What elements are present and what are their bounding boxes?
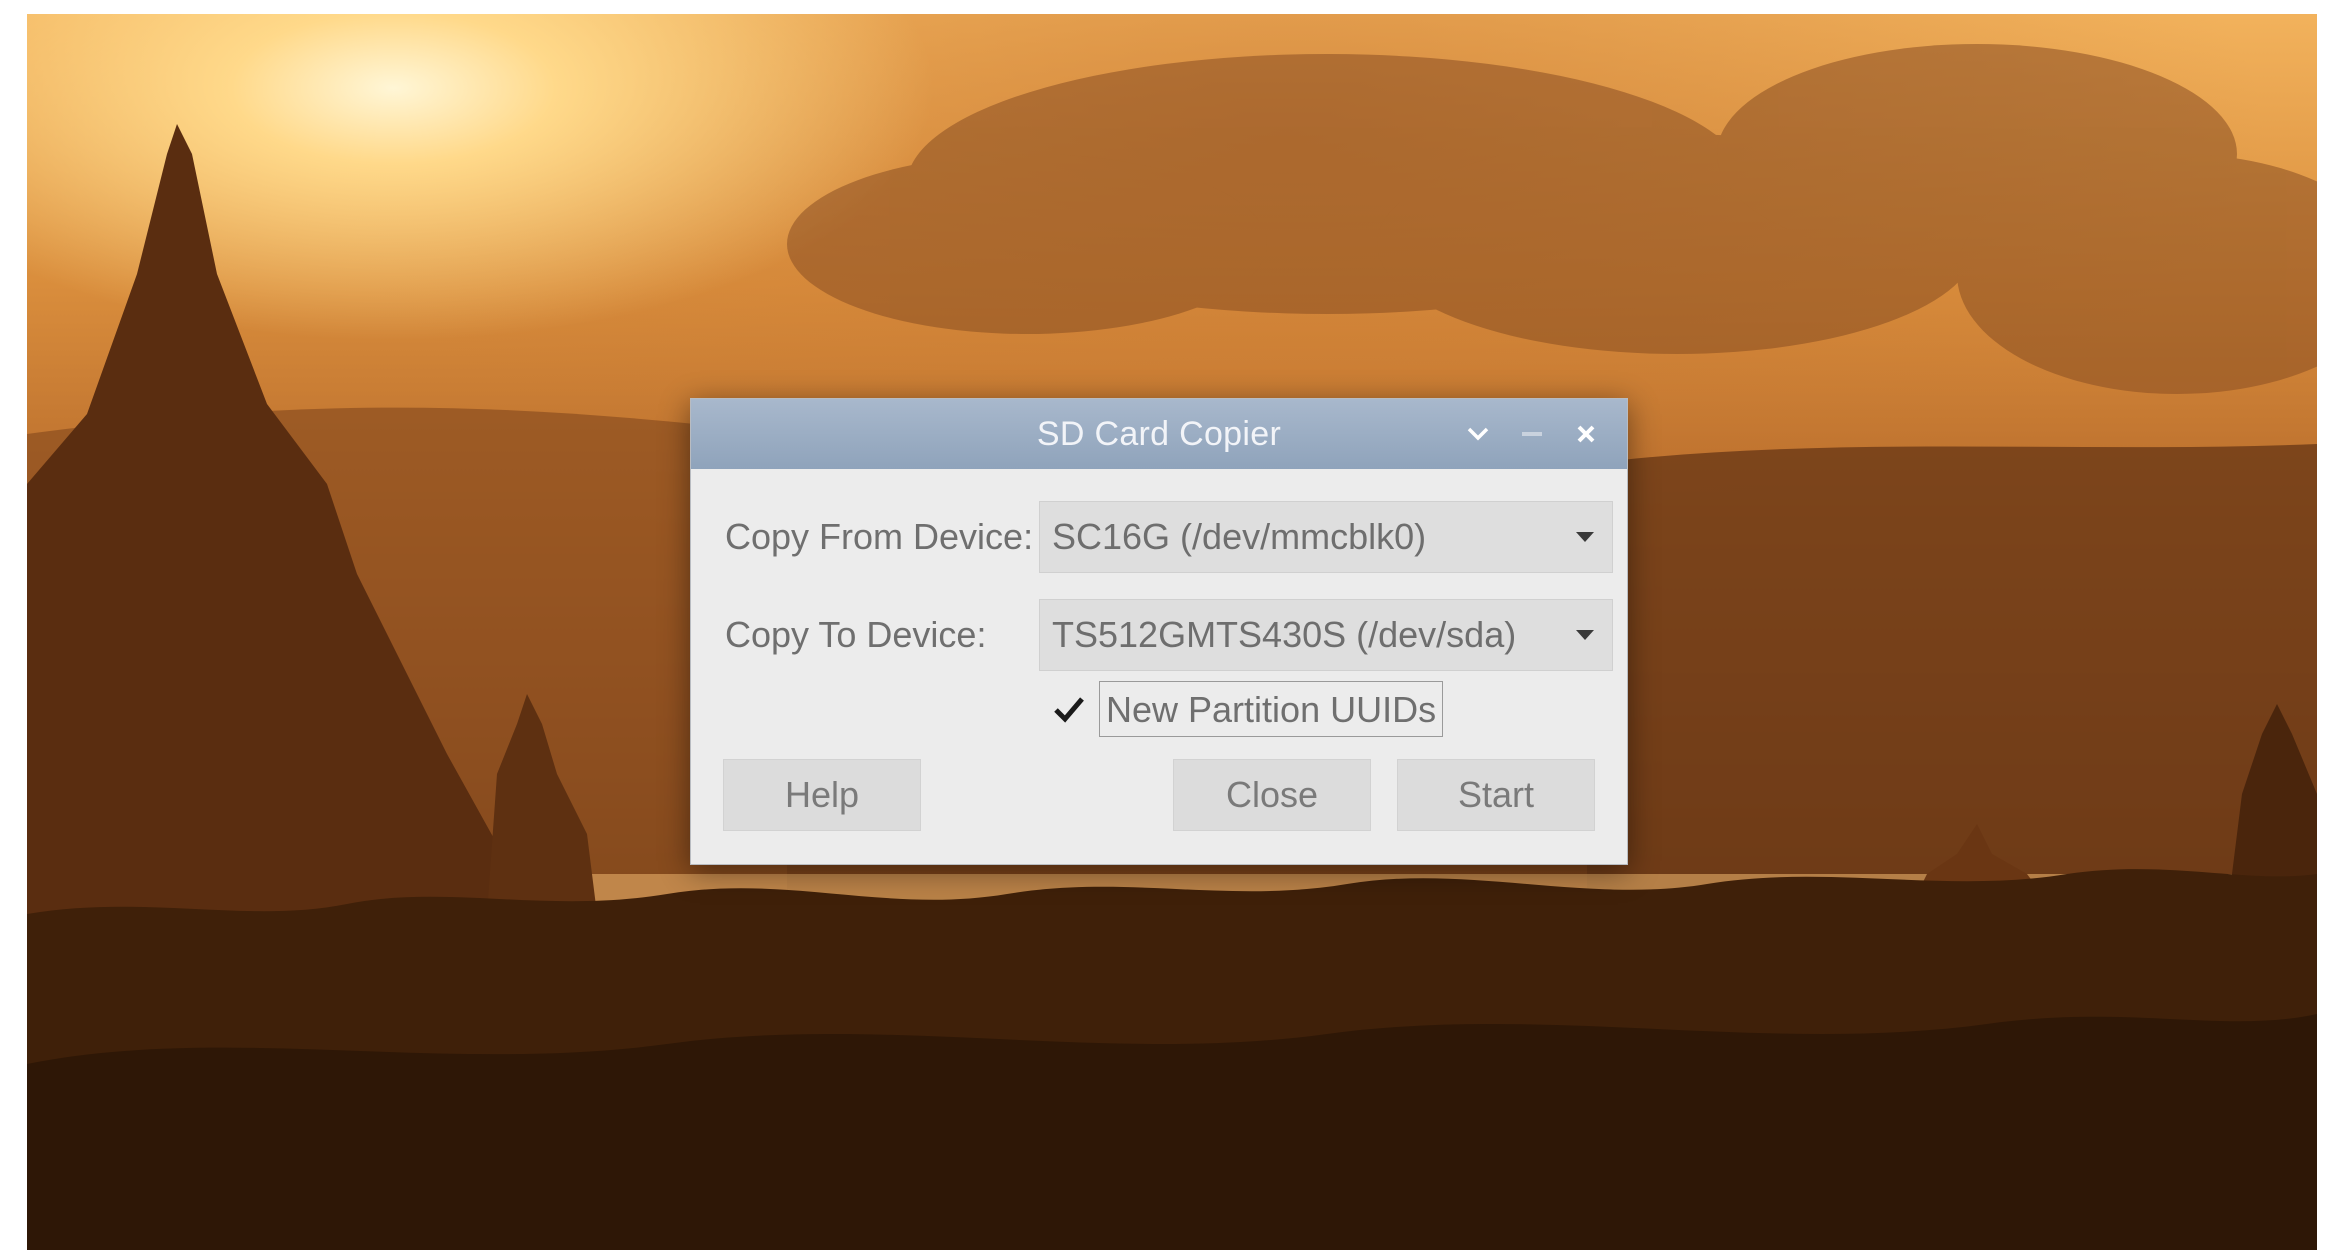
copy-to-select[interactable]: TS512GMTS430S (/dev/sda)	[1039, 599, 1613, 671]
help-button[interactable]: Help	[723, 759, 921, 831]
dropdown-arrow-icon	[1576, 630, 1594, 640]
minimize-glyph	[1522, 432, 1542, 436]
chevron-down-glyph	[1467, 427, 1489, 441]
copy-from-select[interactable]: SC16G (/dev/mmcblk0)	[1039, 501, 1613, 573]
dropdown-arrow-icon	[1576, 532, 1594, 542]
start-button[interactable]: Start	[1397, 759, 1595, 831]
sd-card-copier-dialog: SD Card Copier Copy From Device: SC16G (…	[690, 398, 1628, 865]
copy-from-label: Copy From Device:	[725, 516, 1034, 557]
new-partition-uuids-label[interactable]: New Partition UUIDs	[1099, 681, 1444, 737]
checkmark-icon	[1054, 697, 1084, 723]
copy-to-label: Copy To Device:	[725, 614, 987, 655]
chevron-down-icon[interactable]	[1459, 415, 1497, 453]
screen: SD Card Copier Copy From Device: SC16G (…	[0, 0, 2332, 1251]
close-button[interactable]: Close	[1173, 759, 1371, 831]
title-bar[interactable]: SD Card Copier	[691, 399, 1627, 469]
minimize-icon[interactable]	[1513, 415, 1551, 453]
copy-to-value: TS512GMTS430S (/dev/sda)	[1052, 614, 1517, 655]
new-partition-uuids-checkbox[interactable]	[1049, 689, 1089, 729]
copy-from-value: SC16G (/dev/mmcblk0)	[1052, 516, 1427, 557]
close-icon[interactable]	[1567, 415, 1605, 453]
close-glyph	[1577, 425, 1595, 443]
